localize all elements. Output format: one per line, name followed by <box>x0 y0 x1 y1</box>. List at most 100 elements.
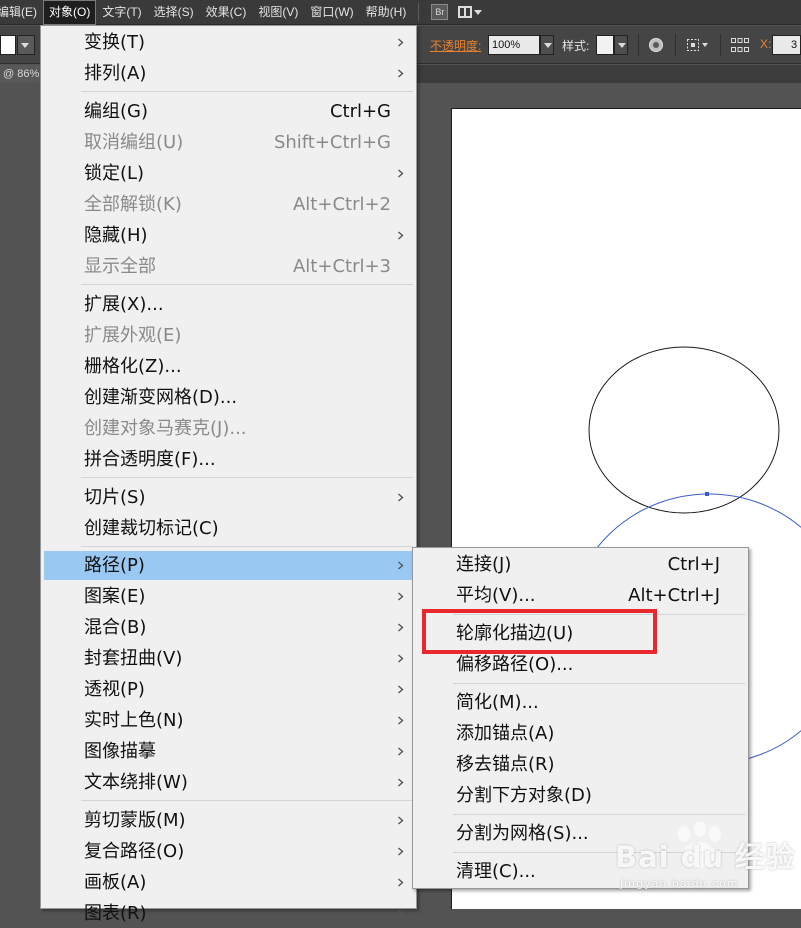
submenu-item-outline-stroke[interactable]: 轮廓化描边(U) <box>416 619 745 648</box>
submenu-item-divide-objects-below[interactable]: 分割下方对象(D) <box>416 781 745 810</box>
isolate-group-icon[interactable] <box>686 37 710 53</box>
menu-item-label: 文本绕排(W) <box>84 772 188 793</box>
recolor-icon[interactable] <box>648 37 664 53</box>
menu-item-label: 连接(J) <box>456 554 512 575</box>
style-dropdown[interactable] <box>614 35 628 55</box>
menu-item-clipping-mask[interactable]: 剪切蒙版(M) <box>44 806 413 835</box>
menu-item-text-wrap[interactable]: 文本绕排(W) <box>44 768 413 797</box>
submenu-item-average[interactable]: 平均(V)... Alt+Ctrl+J <box>416 581 745 610</box>
submenu-arrow-icon <box>398 716 404 725</box>
menu-item-label: 取消编组(U) <box>84 132 184 153</box>
menu-item-perspective[interactable]: 透视(P) <box>44 675 413 704</box>
anchor-point <box>705 492 709 496</box>
menu-item-shortcut: Alt+Ctrl+J <box>628 585 720 606</box>
menu-item-label: 切片(S) <box>84 487 146 508</box>
fill-dropdown[interactable] <box>17 35 35 55</box>
menu-item-flatten-transparency[interactable]: 拼合透明度(F)... <box>44 445 413 474</box>
submenu-arrow-icon <box>398 592 404 601</box>
menu-select[interactable]: 选择(S) <box>148 0 200 25</box>
menu-item-ungroup[interactable]: 取消编组(U) Shift+Ctrl+G <box>44 128 413 157</box>
menu-item-live-paint[interactable]: 实时上色(N) <box>44 706 413 735</box>
menu-item-show-all[interactable]: 显示全部 Alt+Ctrl+3 <box>44 252 413 281</box>
object-menu: 变换(T) 排列(A) 编组(G) Ctrl+G 取消编组(U) Shift+Ctr… <box>40 25 417 924</box>
submenu-item-offset-path[interactable]: 偏移路径(O)... <box>416 650 745 679</box>
menu-item-label: 画板(A) <box>84 872 147 893</box>
menu-item-trim-marks[interactable]: 创建裁切标记(C) <box>44 514 413 543</box>
submenu-arrow-icon <box>398 747 404 756</box>
menu-item-rasterize[interactable]: 栅格化(Z)... <box>44 352 413 381</box>
submenu-arrow-icon <box>398 685 404 694</box>
menu-item-shortcut: Ctrl+G <box>329 101 391 122</box>
menu-item-artboards[interactable]: 画板(A) <box>44 868 413 897</box>
menu-item-arrange[interactable]: 排列(A) <box>44 59 413 88</box>
menu-item-label: 移去锚点(R) <box>456 754 555 775</box>
menubar-divider <box>418 3 420 21</box>
submenu-item-remove-anchor-points[interactable]: 移去锚点(R) <box>416 750 745 779</box>
control-divider <box>720 34 721 56</box>
x-coordinate-input[interactable]: 3 <box>772 35 801 55</box>
watermark-text: Bai du 经验 <box>615 840 796 874</box>
opacity-input[interactable]: 100% <box>488 35 540 55</box>
menu-window[interactable]: 窗口(W) <box>304 0 359 25</box>
menu-item-expand[interactable]: 扩展(X)... <box>44 290 413 319</box>
menu-item-label: 变换(T) <box>84 32 146 53</box>
fill-swatch[interactable] <box>0 35 16 55</box>
menu-item-label: 显示全部 <box>84 256 156 277</box>
menu-item-lock[interactable]: 锁定(L) <box>44 159 413 188</box>
menu-item-hide[interactable]: 隐藏(H) <box>44 221 413 250</box>
menu-item-label: 全部解锁(K) <box>84 194 182 215</box>
menu-edit[interactable]: 编辑(E) <box>0 0 43 25</box>
control-divider <box>638 34 639 56</box>
submenu-item-add-anchor-points[interactable]: 添加锚点(A) <box>416 719 745 748</box>
menu-item-pattern[interactable]: 图案(E) <box>44 582 413 611</box>
menu-item-label: 封套扭曲(V) <box>84 648 183 669</box>
menu-view[interactable]: 视图(V) <box>252 0 304 25</box>
menu-item-envelope-distort[interactable]: 封套扭曲(V) <box>44 644 413 673</box>
menu-item-slice[interactable]: 切片(S) <box>44 483 413 512</box>
menu-item-label: 简化(M)... <box>456 692 539 713</box>
menu-item-gradient-mesh[interactable]: 创建渐变网格(D)... <box>44 383 413 412</box>
submenu-arrow-icon <box>398 169 404 178</box>
submenu-arrow-icon <box>398 69 404 78</box>
menu-item-object-mosaic[interactable]: 创建对象马赛克(J)... <box>44 414 413 443</box>
menu-separator <box>81 477 413 478</box>
menu-separator <box>81 284 413 285</box>
opacity-label[interactable]: 不透明度: <box>430 37 481 54</box>
menu-item-path[interactable]: 路径(P) <box>44 551 413 580</box>
menu-object[interactable]: 对象(O) <box>43 0 97 25</box>
black-ellipse <box>588 346 780 514</box>
menu-separator <box>81 800 413 801</box>
submenu-arrow-icon <box>398 38 404 47</box>
menu-effect[interactable]: 效果(C) <box>200 0 253 25</box>
menu-item-image-trace[interactable]: 图像描摹 <box>44 737 413 766</box>
menu-separator <box>453 814 745 815</box>
menu-item-graph[interactable]: 图表(R) <box>44 899 413 928</box>
menu-item-label: 排列(A) <box>84 63 147 84</box>
submenu-item-join[interactable]: 连接(J) Ctrl+J <box>416 550 745 579</box>
menu-help[interactable]: 帮助(H) <box>360 0 413 25</box>
menu-item-group[interactable]: 编组(G) Ctrl+G <box>44 97 413 126</box>
menu-item-blend[interactable]: 混合(B) <box>44 613 413 642</box>
menu-item-unlock-all[interactable]: 全部解锁(K) Alt+Ctrl+2 <box>44 190 413 219</box>
menu-item-label: 图像描摹 <box>84 741 156 762</box>
menu-item-label: 创建对象马赛克(J)... <box>84 418 247 439</box>
workspace-switcher-icon[interactable] <box>458 3 484 21</box>
menu-item-label: 路径(P) <box>84 555 145 576</box>
style-swatch[interactable] <box>596 35 614 55</box>
menu-item-label: 创建裁切标记(C) <box>84 518 219 539</box>
menu-type[interactable]: 文字(T) <box>96 0 147 25</box>
menu-item-label: 隐藏(H) <box>84 225 148 246</box>
menu-separator <box>453 683 745 684</box>
menu-item-transform[interactable]: 变换(T) <box>44 28 413 57</box>
menu-item-compound-path[interactable]: 复合路径(O) <box>44 837 413 866</box>
menu-item-label: 清理(C)... <box>456 861 536 882</box>
menu-item-label: 轮廓化描边(U) <box>456 623 574 644</box>
bridge-button[interactable]: Br <box>431 4 449 20</box>
menu-item-expand-appearance[interactable]: 扩展外观(E) <box>44 321 413 350</box>
transform-grid-icon[interactable] <box>730 37 750 53</box>
menu-item-label: 创建渐变网格(D)... <box>84 387 238 408</box>
submenu-item-simplify[interactable]: 简化(M)... <box>416 688 745 717</box>
document-tab[interactable]: @ 86% <box>0 65 40 83</box>
opacity-dropdown[interactable] <box>540 35 554 55</box>
x-coordinate-label[interactable]: X: <box>760 37 771 51</box>
